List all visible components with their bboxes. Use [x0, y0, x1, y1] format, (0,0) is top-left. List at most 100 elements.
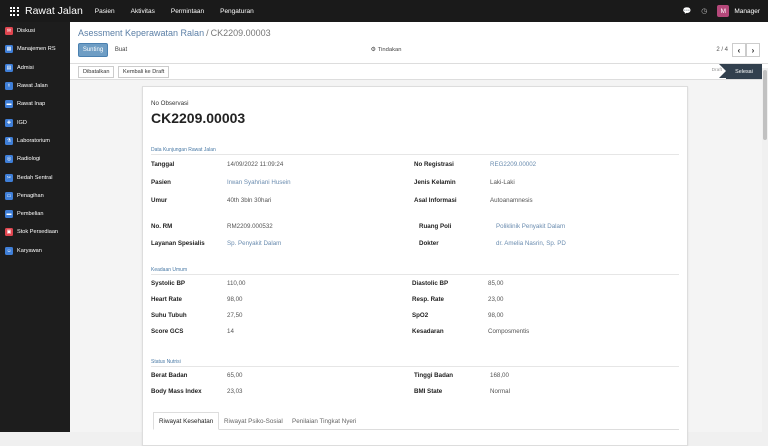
breadcrumb-separator: /	[206, 28, 209, 38]
sidebar-item-label: Admisi	[17, 64, 34, 71]
sidebar-item-penagihan[interactable]: ▭ Penagihan	[0, 187, 70, 205]
ruang-link[interactable]: Poliklinik Penyakit Dalam	[496, 223, 565, 230]
action-dropdown[interactable]: ⚙ Tindakan	[366, 43, 406, 57]
obs-number: CK2209.00003	[151, 110, 246, 126]
heart-rate-label: Heart Rate	[151, 296, 182, 303]
norm-label: No. RM	[151, 223, 173, 230]
invoice-icon: ▭	[5, 191, 13, 200]
sidebar-item-label: Bedah Sentral	[17, 174, 53, 181]
sidebar-item-rawat-jalan[interactable]: ⚕ Rawat Jalan	[0, 77, 70, 95]
sidebar: ✉ Diskusi ▦ Manajemen RS ▤ Admisi ⚕ Rawat Ja…	[0, 22, 70, 432]
divider	[151, 366, 679, 367]
cancel-button[interactable]: Dibatalkan	[78, 66, 115, 78]
top-navbar: Rawat Jalan Pasien Aktivitas Permintaan …	[0, 0, 768, 22]
radiology-icon: ◎	[5, 155, 13, 164]
sidebar-item-label: Diskusi	[17, 28, 36, 35]
sidebar-item-igd[interactable]: ✚ IGD	[0, 113, 70, 131]
spo2-value: 98,00	[488, 312, 504, 319]
tab-penilaian-tingkat-nyeri[interactable]: Penilaian Tingkat Nyeri	[287, 412, 361, 430]
create-button[interactable]: Buat	[111, 43, 131, 57]
sidebar-item-label: Pembelian	[17, 211, 44, 218]
sidebar-item-diskusi[interactable]: ✉ Diskusi	[0, 22, 70, 40]
surgery-icon: ✂	[5, 173, 13, 182]
back-to-draft-button[interactable]: Kembali ke Draft	[118, 66, 170, 78]
bmi-value: 23,03	[227, 388, 243, 395]
bed-icon: ▬	[5, 100, 13, 109]
sidebar-item-admisi[interactable]: ▤ Admisi	[0, 59, 70, 77]
norm-value: RM2209.000532	[227, 223, 273, 230]
chevron-right-icon: ›	[751, 45, 755, 55]
inventory-icon: ▣	[5, 228, 13, 237]
spo2-label: SpO2	[412, 312, 429, 319]
noreg-link[interactable]: REG2209.00002	[490, 161, 536, 168]
sidebar-item-laboratorium[interactable]: ⚗ Laboratorium	[0, 132, 70, 150]
pager-next-button[interactable]: ›	[746, 43, 760, 57]
tab-riwayat-kesehatan[interactable]: Riwayat Kesehatan	[153, 412, 220, 430]
apps-menu-icon[interactable]	[6, 3, 22, 19]
sidebar-item-label: Radiologi	[17, 156, 41, 163]
sidebar-item-karyawan[interactable]: ☺ Karyawan	[0, 242, 70, 260]
clock-icon[interactable]: ◷	[701, 7, 707, 15]
menu-permintaan[interactable]: Permintaan	[171, 8, 204, 15]
app-brand[interactable]: Rawat Jalan	[25, 5, 83, 17]
emergency-icon: ✚	[5, 118, 13, 127]
employee-icon: ☺	[5, 246, 13, 255]
systolic-label: Systolic BP	[151, 280, 186, 287]
layanan-link[interactable]: Sp. Penyakit Dalam	[227, 240, 281, 247]
section-general-title: Keadaan Umum	[151, 267, 188, 273]
sidebar-item-rawat-inap[interactable]: ▬ Rawat Inap	[0, 95, 70, 113]
menu-pengaturan[interactable]: Pengaturan	[220, 8, 254, 15]
section-nutrition-title: Status Nutrisi	[151, 359, 181, 365]
flask-icon: ⚗	[5, 136, 13, 145]
sidebar-item-bedah-sentral[interactable]: ✂ Bedah Sentral	[0, 168, 70, 186]
menu-pasien[interactable]: Pasien	[95, 8, 115, 15]
action-label: Tindakan	[377, 47, 402, 53]
avatar[interactable]: M	[717, 5, 730, 17]
stethoscope-icon: ⚕	[5, 82, 13, 91]
user-name[interactable]: Manager	[734, 8, 760, 15]
sidebar-item-stok-persediaan[interactable]: ▣ Stok Persediaan	[0, 223, 70, 241]
heart-rate-value: 98,00	[227, 296, 243, 303]
suhu-value: 27,50	[227, 312, 243, 319]
sidebar-item-label: Stok Persediaan	[17, 229, 59, 236]
sidebar-item-label: Karyawan	[17, 247, 42, 254]
ruang-label: Ruang Poli	[419, 223, 452, 230]
scrollbar-thumb[interactable]	[763, 70, 767, 140]
purchase-icon: ▬	[5, 210, 13, 219]
tinggi-badan-label: Tinggi Badan	[414, 372, 454, 379]
hospital-icon: ▦	[5, 45, 13, 54]
gcs-value: 14	[227, 328, 234, 335]
divider	[151, 274, 679, 275]
chevron-left-icon: ‹	[737, 45, 741, 55]
sidebar-item-radiologi[interactable]: ◎ Radiologi	[0, 150, 70, 168]
dokter-link[interactable]: dr. Amelia Nasrin, Sp. PD	[496, 240, 566, 247]
chat-icon[interactable]: 💬	[683, 7, 692, 15]
tab-riwayat-psiko-sosial[interactable]: Riwayat Psiko-Sosial	[219, 412, 288, 430]
sidebar-item-label: Laboratorium	[17, 137, 50, 144]
systray: 💬 ◷ M Manager	[683, 0, 760, 22]
umur-value: 40th 3bln 30hari	[227, 197, 272, 204]
top-menu: Pasien Aktivitas Permintaan Pengaturan	[95, 8, 254, 15]
diastolic-label: Diastolic BP	[412, 280, 449, 287]
edit-button[interactable]: Sunting	[78, 43, 108, 57]
sidebar-item-label: Rawat Jalan	[17, 83, 48, 90]
sidebar-item-label: Penagihan	[17, 192, 44, 199]
noreg-label: No Registrasi	[414, 161, 454, 168]
tanggal-label: Tanggal	[151, 161, 175, 168]
sidebar-item-pembelian[interactable]: ▬ Pembelian	[0, 205, 70, 223]
pasien-link[interactable]: Irwan Syahriani Husein	[227, 179, 291, 186]
pager-value[interactable]: 2 / 4	[716, 47, 728, 53]
section-visit-title: Data Kunjungan Rawat Jalan	[151, 147, 216, 153]
jk-label: Jenis Kelamin	[414, 179, 456, 186]
notebook-tabs: Riwayat Kesehatan Riwayat Psiko-Sosial P…	[153, 412, 679, 430]
breadcrumb-current: CK2209.00003	[210, 28, 271, 38]
diastolic-value: 85,00	[488, 280, 504, 287]
pager-previous-button[interactable]: ‹	[732, 43, 746, 57]
dokter-label: Dokter	[419, 240, 439, 247]
form-sheet: No Observasi CK2209.00003 Data Kunjungan…	[142, 86, 688, 446]
breadcrumb-parent-link[interactable]: Asessment Keperawatan Ralan	[78, 28, 204, 38]
admission-icon: ▤	[5, 63, 13, 72]
sidebar-item-manajemen-rs[interactable]: ▦ Manajemen RS	[0, 40, 70, 58]
menu-aktivitas[interactable]: Aktivitas	[131, 8, 155, 15]
stage-done[interactable]: Selesai	[719, 64, 762, 79]
